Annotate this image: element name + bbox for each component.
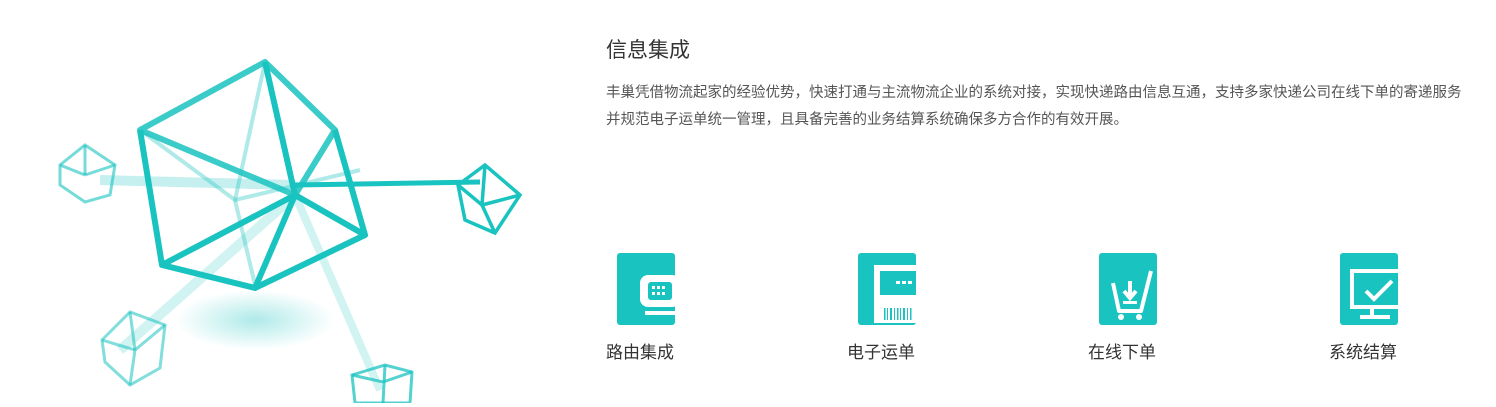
feature-label: 路由集成 [606, 343, 674, 363]
cubes-graphic [58, 59, 523, 405]
feature-list: 路由集成 电子运单 在线下单 系统结算 [606, 253, 1426, 373]
router-icon [617, 253, 675, 325]
section-title: 信息集成 [606, 38, 690, 62]
feature-system-settlement[interactable]: 系统结算 [1329, 253, 1449, 373]
cubes-illustration [40, 50, 540, 405]
settlement-monitor-icon [1340, 253, 1398, 325]
feature-label: 系统结算 [1329, 343, 1397, 363]
feature-routing-integration[interactable]: 路由集成 [606, 253, 726, 373]
waybill-icon [858, 253, 916, 325]
section-description: 丰巢凭借物流起家的经验优势，快速打通与主流物流企业的系统对接，实现快递路由信息互… [606, 85, 1462, 128]
feature-online-order[interactable]: 在线下单 [1088, 253, 1208, 373]
feature-label: 电子运单 [847, 343, 915, 363]
info-integration-section: 信息集成 丰巢凭借物流起家的经验优势，快速打通与主流物流企业的系统对接，实现快递… [606, 36, 1466, 134]
cart-order-icon [1099, 253, 1157, 325]
feature-label: 在线下单 [1088, 343, 1156, 363]
feature-electronic-waybill[interactable]: 电子运单 [847, 253, 967, 373]
